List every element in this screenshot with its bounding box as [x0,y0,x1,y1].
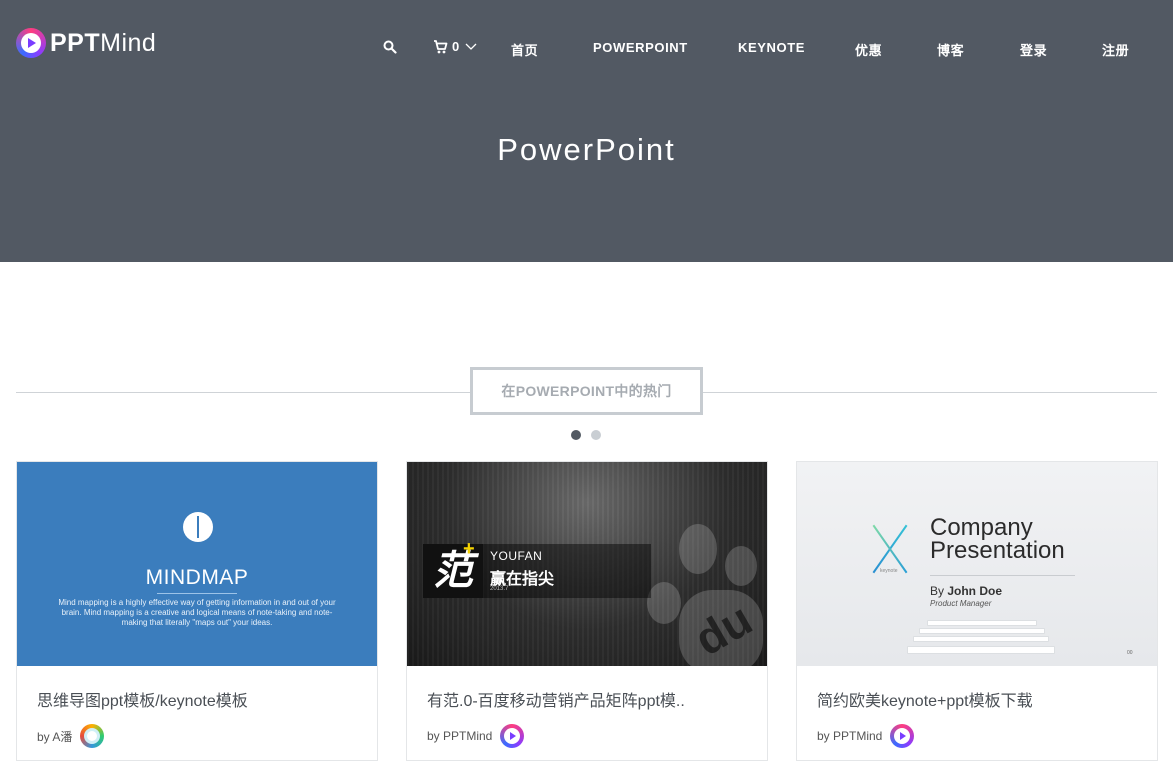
paw-decoration [647,582,681,624]
product-card-3[interactable]: keynote Company Presentation By John Doe… [796,461,1158,761]
site-logo[interactable]: PPTMind [16,28,156,58]
nav-powerpoint[interactable]: POWERPOINT [593,40,688,55]
thumb-heading-line1: Company [930,514,1033,541]
avatar[interactable] [500,724,525,748]
product-card-1[interactable]: MINDMAP Mind mapping is a highly effecti… [16,461,378,761]
logo-text: PPTMind [50,28,157,57]
page-title: PowerPoint [497,132,676,167]
x-logo-label: keynote [880,568,898,574]
cart-icon [434,39,448,53]
card-author: by PPTMind [817,724,915,748]
nav-deals[interactable]: 优惠 [855,40,882,59]
thumb-date: 2013.7 [490,586,509,592]
thumb-brand: YOUFAN [490,549,543,563]
card-title[interactable]: 有范.0-百度移动营销产品矩阵ppt模.. [427,687,685,711]
thumb-divider [930,575,1075,576]
thumb-role: Product Manager [930,599,992,608]
brain-icon [183,512,213,542]
thumb-author: By John Doe [930,584,1003,598]
thumb-description: Mind mapping is a highly effective way o… [58,598,336,627]
carousel-dot-2[interactable] [591,430,601,440]
carousel-dot-1[interactable] [571,430,581,440]
card-author: by A潘 [37,724,105,748]
thumb-heading-line2: Presentation [930,537,1065,564]
logo-icon [16,28,46,58]
nav-home[interactable]: 首页 [511,40,538,59]
card-title[interactable]: 简约欧美keynote+ppt模板下载 [817,687,1033,711]
paw-decoration [679,524,717,574]
nav-keynote[interactable]: KEYNOTE [738,40,805,55]
avatar[interactable] [80,724,105,748]
nav-blog[interactable]: 博客 [937,40,964,59]
author-name[interactable]: by PPTMind [817,729,882,743]
chevron-down-icon[interactable] [465,43,477,51]
card-title[interactable]: 思维导图ppt模板/keynote模板 [37,687,248,711]
page-header: PPTMind 0 首页 POWERPOINT KEYNOTE 优惠 博客 登录… [0,0,1173,262]
carousel-pager [571,430,601,440]
thumb-heading: MINDMAP [145,566,249,589]
nav-register[interactable]: 注册 [1102,40,1129,59]
card-thumbnail[interactable]: du 范 + YOUFAN 赢在指尖 2013.7 [407,462,767,666]
card-thumbnail[interactable]: MINDMAP Mind mapping is a highly effecti… [17,462,377,666]
cart-count: 0 [452,39,460,54]
author-name[interactable]: by PPTMind [427,729,492,743]
cart-button[interactable]: 0 [433,39,477,54]
card-author: by PPTMind [427,724,525,748]
avatar[interactable] [890,724,915,748]
plus-icon: + [463,538,475,560]
author-name[interactable]: by A潘 [37,728,72,745]
card-thumbnail[interactable]: keynote Company Presentation By John Doe… [797,462,1157,666]
thumb-divider [157,593,237,594]
section-heading: 在POWERPOINT中的热门 [470,367,703,415]
nav-login[interactable]: 登录 [1020,40,1047,59]
product-card-2[interactable]: du 范 + YOUFAN 赢在指尖 2013.7 有范.0-百度移动营销产品矩… [406,461,768,761]
thumb-page-number: 00 [1127,650,1133,656]
search-icon[interactable] [383,40,397,54]
paw-decoration [725,546,757,586]
paper-stack-image [907,620,1055,660]
